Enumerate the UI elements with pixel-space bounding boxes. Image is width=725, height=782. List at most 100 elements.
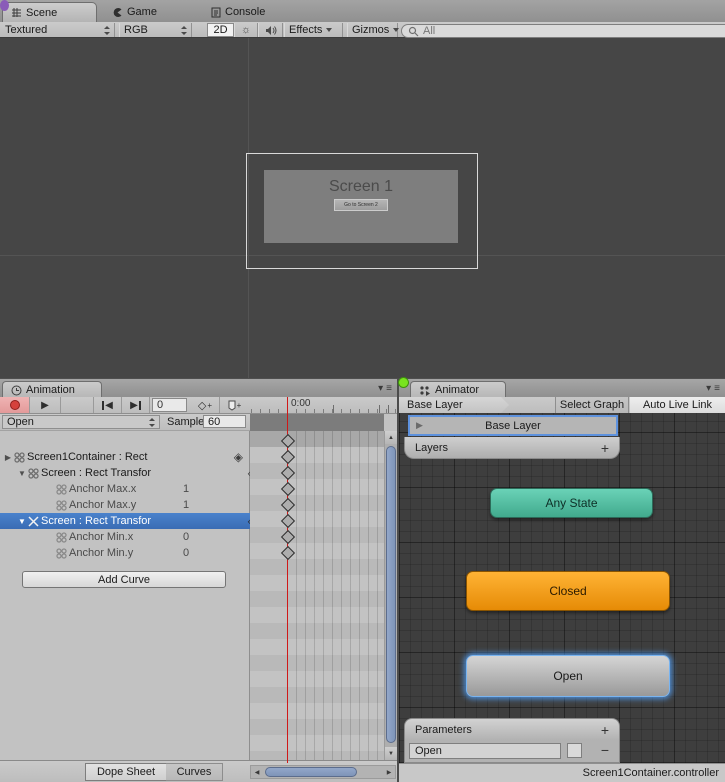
add-layer-button[interactable]: + bbox=[601, 440, 609, 456]
ruler-ticks bbox=[250, 405, 397, 413]
scroll-down-button[interactable]: ▼ bbox=[385, 747, 397, 760]
frame-bar-icon bbox=[102, 401, 104, 410]
foldout-icon[interactable]: ▼ bbox=[17, 469, 27, 478]
property-row[interactable]: ▼ Screen : Rect Transfor ◈ bbox=[0, 465, 265, 481]
property-label: Screen1Container : Rect bbox=[27, 451, 147, 463]
add-curve-button[interactable]: Add Curve bbox=[22, 571, 226, 588]
record-icon bbox=[10, 400, 20, 410]
panel-menu-button[interactable]: ▾ ≡ bbox=[706, 383, 721, 394]
console-icon bbox=[211, 7, 221, 18]
rect-transform-icon bbox=[55, 531, 67, 543]
tab-game-label: Game bbox=[127, 6, 157, 18]
tab-animation-label: Animation bbox=[26, 384, 75, 396]
animation-bottom-bar: Dope Sheet Curves ◀ ▶ bbox=[0, 760, 397, 782]
parameter-bool-checkbox[interactable] bbox=[567, 743, 582, 758]
rect-transform-icon bbox=[55, 483, 67, 495]
scroll-right-button[interactable]: ▶ bbox=[383, 766, 395, 778]
tab-curves[interactable]: Curves bbox=[166, 763, 223, 781]
search-input[interactable]: All bbox=[401, 24, 725, 38]
scroll-up-button[interactable]: ▲ bbox=[385, 431, 397, 444]
tab-animator[interactable]: Animator bbox=[410, 381, 506, 398]
frame-number-field[interactable]: 0 bbox=[152, 398, 187, 412]
scrollbar-thumb[interactable] bbox=[265, 767, 357, 777]
horizontal-scrollbar[interactable]: ◀ ▶ bbox=[250, 765, 396, 779]
vertical-scrollbar[interactable]: ▲ ▼ bbox=[384, 431, 397, 760]
add-event-button[interactable]: + bbox=[220, 397, 249, 413]
tab-console[interactable]: Console bbox=[203, 2, 285, 22]
select-graph-button[interactable]: Select Graph bbox=[555, 397, 629, 413]
property-row-selected[interactable]: ▼ Screen : Rect Transfor ◈ bbox=[0, 513, 265, 529]
property-value: 1 bbox=[183, 499, 189, 511]
go-to-screen2-button[interactable]: Go to Screen 2 bbox=[334, 199, 388, 211]
auto-live-link-button[interactable]: Auto Live Link bbox=[630, 397, 725, 413]
remove-parameter-button[interactable]: − bbox=[601, 742, 609, 758]
scroll-left-button[interactable]: ◀ bbox=[251, 766, 263, 778]
next-icon: ▶ bbox=[130, 400, 138, 411]
prev-icon: ◀ bbox=[105, 400, 113, 411]
dopesheet-area[interactable] bbox=[250, 431, 384, 760]
render-mode-dropdown[interactable]: Textured bbox=[1, 23, 115, 37]
up-arrow-icon: ▲ bbox=[388, 435, 394, 441]
search-value: All bbox=[423, 25, 435, 37]
menu-icon: ≡ bbox=[714, 383, 721, 394]
purple-marker-dot bbox=[0, 0, 9, 11]
unity-editor-window: Scene Game Console Textured RGB 2D bbox=[0, 0, 725, 782]
audio-toggle-button[interactable] bbox=[258, 23, 283, 37]
effects-dropdown[interactable]: Effects bbox=[284, 23, 343, 37]
foldout-icon[interactable]: ▼ bbox=[17, 517, 27, 526]
foldout-icon[interactable]: ▶ bbox=[3, 453, 13, 462]
scene-view-toolbar: Textured RGB 2D ☼ Effects Gizmos bbox=[0, 22, 725, 38]
property-value: 1 bbox=[183, 483, 189, 495]
2d-toggle-button[interactable]: 2D bbox=[207, 23, 234, 37]
rect-transform-icon bbox=[27, 467, 39, 479]
gizmos-dropdown[interactable]: Gizmos bbox=[347, 23, 398, 37]
first-frame-button[interactable]: ◀ bbox=[94, 397, 122, 413]
last-frame-button[interactable]: ▶ bbox=[122, 397, 150, 413]
gizmos-label: Gizmos bbox=[352, 24, 389, 36]
property-row[interactable]: ▶ Screen1Container : Rect ◈ bbox=[0, 449, 251, 465]
layer-item-base-layer[interactable]: ▶ Base Layer bbox=[408, 415, 618, 436]
scene-view-canvas[interactable]: Screen 1 Go to Screen 2 bbox=[0, 38, 725, 378]
animator-toolbar: Base Layer Select Graph Auto Live Link bbox=[399, 397, 725, 414]
menu-icon: ≡ bbox=[386, 383, 393, 394]
updown-arrows-icon bbox=[103, 26, 110, 35]
chevron-down-icon: ▾ bbox=[378, 383, 384, 394]
animator-tab-strip: Animator ▾ ≡ bbox=[399, 378, 725, 398]
keyframe-toggle[interactable]: ◈ bbox=[234, 450, 243, 464]
parameter-name-field[interactable]: Open bbox=[409, 743, 561, 759]
state-node-open-selected[interactable]: Open bbox=[466, 655, 670, 697]
play-button[interactable]: ▶ bbox=[30, 397, 61, 413]
event-marker-icon bbox=[228, 400, 236, 411]
parameters-header[interactable]: Parameters + bbox=[404, 718, 620, 740]
property-label: Anchor Max.y bbox=[69, 499, 136, 511]
green-marker-dot bbox=[398, 377, 409, 388]
channel-dropdown[interactable]: RGB bbox=[119, 23, 192, 37]
scrollbar-thumb[interactable] bbox=[386, 446, 396, 743]
property-value: 0 bbox=[183, 531, 189, 543]
animator-status-bar: Screen1Container.controller bbox=[399, 763, 725, 782]
clip-dropdown[interactable]: Open bbox=[2, 415, 160, 429]
breadcrumb[interactable]: Base Layer bbox=[399, 397, 509, 413]
add-keyframe-button[interactable]: ◇ + bbox=[191, 397, 220, 413]
animation-clip-row: Open Sample 60 bbox=[0, 414, 250, 431]
state-node-closed[interactable]: Closed bbox=[466, 571, 670, 611]
lighting-toggle-button[interactable]: ☼ bbox=[234, 23, 258, 37]
tab-dope-sheet[interactable]: Dope Sheet bbox=[85, 763, 167, 781]
sample-rate-field[interactable]: 60 bbox=[203, 415, 246, 428]
rect-transform-icon bbox=[27, 515, 39, 527]
parameters-label: Parameters bbox=[415, 724, 472, 736]
game-icon bbox=[112, 7, 123, 18]
layers-header[interactable]: Layers + bbox=[404, 437, 620, 459]
timeline-ruler[interactable]: 0:00 bbox=[250, 397, 397, 414]
state-node-any-state[interactable]: Any State bbox=[490, 488, 653, 518]
tab-scene-label: Scene bbox=[26, 7, 57, 19]
record-button[interactable] bbox=[0, 397, 30, 413]
animator-graph-canvas[interactable]: ▶ Base Layer Layers + Any State Closed O… bbox=[399, 413, 725, 763]
tab-scene[interactable]: Scene bbox=[2, 2, 97, 22]
tab-game[interactable]: Game bbox=[104, 2, 179, 22]
2d-label: 2D bbox=[213, 24, 227, 36]
tab-animation[interactable]: Animation bbox=[2, 381, 102, 398]
panel-menu-button[interactable]: ▾ ≡ bbox=[378, 383, 393, 394]
foldout-icon[interactable]: ▶ bbox=[416, 420, 423, 431]
add-parameter-button[interactable]: + bbox=[601, 722, 609, 738]
